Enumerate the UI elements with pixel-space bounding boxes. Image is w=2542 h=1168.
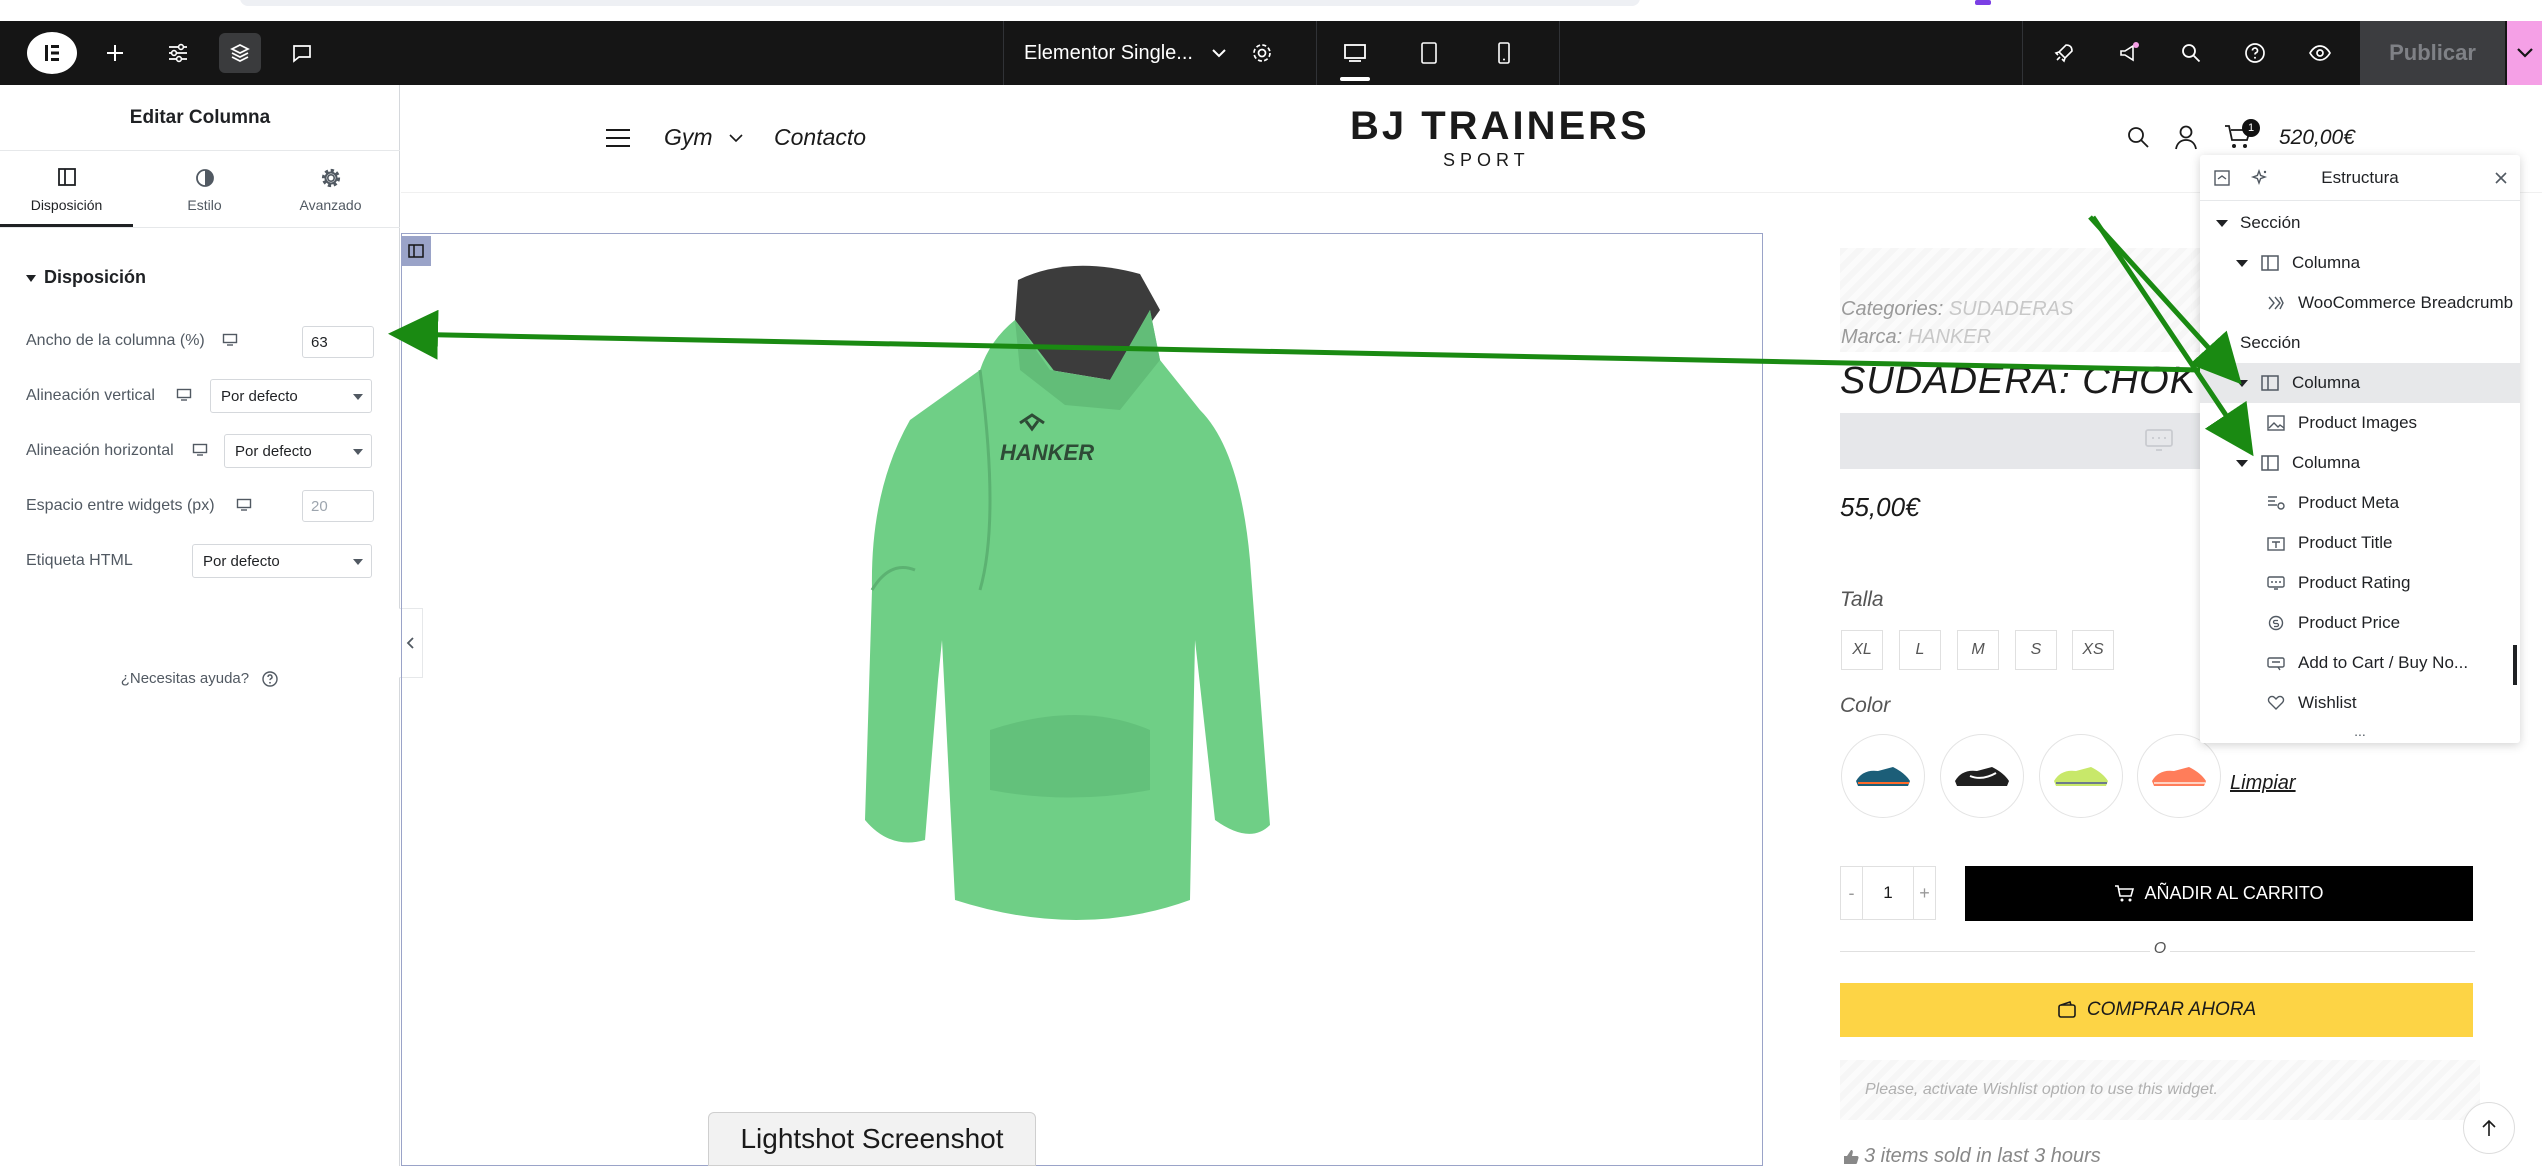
arrow-to-second-column <box>2090 215 2254 457</box>
lightshot-watermark: Lightshot Screenshot <box>708 1112 1036 1166</box>
arrow-to-width-input <box>388 309 2201 373</box>
annotation-arrows <box>388 215 2254 457</box>
